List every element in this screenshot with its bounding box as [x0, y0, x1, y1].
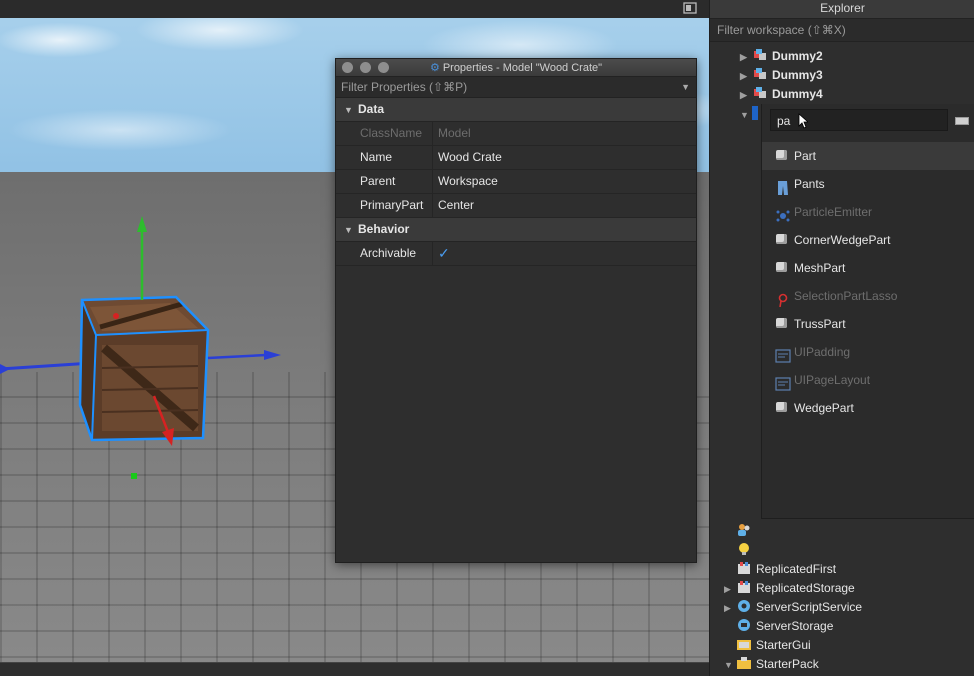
- gear-icon: ⚙: [429, 62, 440, 74]
- part-icon: [775, 401, 791, 415]
- viewport-bottom-bar: [0, 662, 709, 676]
- property-value[interactable]: Center: [433, 194, 474, 217]
- section-behavior[interactable]: ▼ Behavior: [336, 218, 696, 242]
- expand-arrow-icon[interactable]: ▶: [740, 86, 752, 105]
- filter-workspace-placeholder: Filter workspace (⇧⌘X): [717, 23, 846, 37]
- mouse-cursor-icon: [798, 113, 808, 129]
- insert-item-meshpart[interactable]: MeshPart: [762, 254, 974, 282]
- part-icon: [775, 317, 791, 331]
- x-axis-handle-right[interactable]: [207, 353, 267, 360]
- properties-window[interactable]: ⚙ Properties - Model "Wood Crate" Filter …: [335, 58, 697, 563]
- insert-item-part[interactable]: Part: [762, 142, 974, 170]
- pants-icon: [775, 177, 791, 195]
- property-key: Archivable: [336, 242, 433, 265]
- property-value: Model: [438, 126, 471, 140]
- properties-title: ⚙ Properties - Model "Wood Crate": [429, 62, 603, 74]
- part-icon: [775, 261, 791, 275]
- property-row-primarypart[interactable]: PrimaryPart Center: [336, 194, 696, 218]
- tree-item-dummy3[interactable]: ▶ Dummy3: [740, 66, 823, 85]
- particle-emitter-icon: [775, 205, 791, 222]
- model-icon: [752, 86, 768, 100]
- insert-object-search-input[interactable]: pa: [770, 109, 948, 131]
- collapse-triangle-icon[interactable]: ▼: [344, 219, 358, 242]
- insert-item-pants[interactable]: Pants: [762, 170, 974, 198]
- insert-item-cornerwedgepart[interactable]: CornerWedgePart: [762, 226, 974, 254]
- insert-item-uipagelayout[interactable]: UIPageLayout: [762, 366, 974, 394]
- lightbulb-icon: [736, 542, 752, 556]
- insert-item-particleemitter[interactable]: ParticleEmitter: [762, 198, 974, 226]
- ui-icon: [775, 373, 791, 391]
- expand-arrow-icon[interactable]: ▶: [724, 599, 736, 618]
- chevron-down-icon[interactable]: ▼: [681, 77, 690, 97]
- filter-properties-placeholder: Filter Properties (⇧⌘P): [341, 80, 468, 94]
- tree-item-replicatedfirst[interactable]: ReplicatedFirst: [724, 560, 836, 579]
- property-row-parent[interactable]: Parent Workspace: [336, 170, 696, 194]
- green-marker: [131, 473, 137, 479]
- tree-item-wood-crate-selected[interactable]: ▼: [740, 105, 762, 124]
- starter-pack-icon: [736, 656, 752, 670]
- server-storage-icon: [736, 618, 752, 632]
- x-axis-arrow-left[interactable]: [0, 364, 10, 374]
- collapse-arrow-icon[interactable]: ▼: [740, 106, 752, 125]
- archivable-checkbox[interactable]: ✓: [438, 246, 452, 260]
- tree-item-serverscriptservice[interactable]: ▶ ServerScriptService: [724, 598, 862, 617]
- property-row-archivable[interactable]: Archivable ✓: [336, 242, 696, 266]
- insert-item-selectionpartlasso[interactable]: SelectionPartLasso: [762, 282, 974, 310]
- ui-icon: [775, 345, 791, 363]
- insert-object-popup[interactable]: pa Part Pants ParticleEmitter CornerWedg…: [761, 104, 974, 519]
- tree-item-players-partial[interactable]: [736, 522, 756, 541]
- insert-item-trusspart[interactable]: TrussPart: [762, 310, 974, 338]
- expand-arrow-icon[interactable]: ▶: [740, 48, 752, 67]
- expand-arrow-icon[interactable]: ▶: [724, 580, 736, 599]
- explorer-title: Explorer: [710, 0, 974, 19]
- pivot-point: [113, 313, 119, 319]
- tree-item-startergui[interactable]: StarterGui: [724, 636, 811, 655]
- property-key: PrimaryPart: [336, 194, 433, 217]
- y-axis-arrow[interactable]: [137, 216, 147, 232]
- expand-arrow-icon[interactable]: ▶: [740, 67, 752, 86]
- filter-workspace-input[interactable]: Filter workspace (⇧⌘X): [710, 19, 974, 42]
- tree-item-serverstorage[interactable]: ServerStorage: [724, 617, 833, 636]
- tree-item-dummy4[interactable]: ▶ Dummy4: [740, 85, 823, 104]
- x-axis-arrow-right[interactable]: [264, 350, 281, 360]
- server-script-service-icon: [736, 599, 752, 613]
- starter-gui-icon: [736, 637, 752, 651]
- tree-item-dummy2[interactable]: ▶ Dummy2: [740, 47, 823, 66]
- property-row-classname[interactable]: ClassName Model: [336, 122, 696, 146]
- tree-item-lighting-partial[interactable]: [736, 541, 756, 560]
- insert-item-uipadding[interactable]: UIPadding: [762, 338, 974, 366]
- property-value[interactable]: ✓: [433, 242, 452, 265]
- tree-item-starterpack[interactable]: ▼ StarterPack: [724, 655, 819, 674]
- tree-item-replicatedstorage[interactable]: ▶ ReplicatedStorage: [724, 579, 855, 598]
- lasso-icon: [775, 289, 791, 308]
- property-key: Parent: [336, 170, 433, 193]
- replicated-storage-icon: [736, 580, 752, 594]
- search-toggle-button[interactable]: [955, 117, 969, 125]
- selected-model-icon: [752, 106, 758, 120]
- players-icon: [736, 523, 752, 537]
- insert-item-wedgepart[interactable]: WedgePart: [762, 394, 974, 422]
- property-value[interactable]: Wood Crate: [433, 146, 502, 169]
- model-icon: [752, 67, 768, 81]
- collapse-arrow-icon[interactable]: ▼: [724, 656, 736, 675]
- model-icon: [752, 48, 768, 62]
- property-key: ClassName: [336, 122, 433, 145]
- part-icon: [775, 149, 791, 163]
- x-axis-handle-left[interactable]: [0, 361, 93, 371]
- property-key: Name: [336, 146, 433, 169]
- collapse-triangle-icon[interactable]: ▼: [344, 99, 358, 122]
- part-icon: [775, 233, 791, 247]
- section-data[interactable]: ▼ Data: [336, 98, 696, 122]
- search-value: pa: [777, 114, 791, 128]
- properties-titlebar[interactable]: ⚙ Properties - Model "Wood Crate": [336, 59, 696, 77]
- filter-properties-input[interactable]: Filter Properties (⇧⌘P) ▼: [336, 77, 696, 98]
- property-value[interactable]: Workspace: [433, 170, 498, 193]
- replicated-first-icon: [736, 561, 752, 575]
- property-row-name[interactable]: Name Wood Crate: [336, 146, 696, 170]
